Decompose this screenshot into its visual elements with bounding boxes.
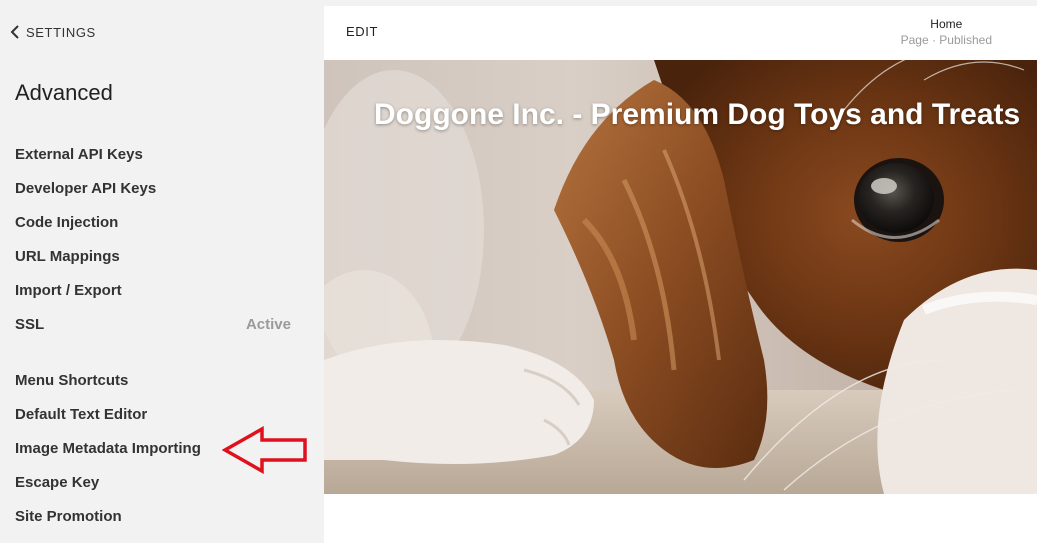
menu-item-label: External API Keys — [15, 145, 143, 163]
back-link-label: SETTINGS — [26, 24, 96, 40]
menu-item-label: Default Text Editor — [15, 405, 148, 423]
menu-item-menu-shortcuts[interactable]: Menu Shortcuts — [15, 368, 291, 392]
menu-item-label: URL Mappings — [15, 247, 120, 265]
menu-item-label: Developer API Keys — [15, 179, 157, 197]
menu-item-label: Image Metadata Importing — [15, 439, 201, 457]
menu-item-label: Site Promotion — [15, 507, 122, 525]
menu-item-url-mappings[interactable]: URL Mappings — [15, 244, 291, 268]
page-title: Advanced — [15, 80, 113, 105]
menu-item-label: Escape Key — [15, 473, 100, 491]
menu-item-external-api-keys[interactable]: External API Keys — [15, 142, 291, 166]
menu-item-label: Menu Shortcuts — [15, 371, 129, 389]
menu-item-import-export[interactable]: Import / Export — [15, 278, 291, 302]
menu-item-developer-api-keys[interactable]: Developer API Keys — [15, 176, 291, 200]
chevron-left-icon — [10, 25, 19, 39]
edit-button[interactable]: EDIT — [346, 24, 378, 39]
menu-item-ssl[interactable]: SSL Active — [15, 312, 291, 336]
red-arrow-left-icon — [222, 426, 307, 474]
page-name: Home — [930, 17, 963, 31]
menu-item-label: Code Injection — [15, 213, 119, 231]
preview-header: EDIT Home Page · Published — [324, 6, 1037, 60]
page-info: Home Page · Published — [901, 16, 992, 48]
menu-item-default-text-editor[interactable]: Default Text Editor — [15, 402, 291, 426]
back-to-settings-link[interactable]: SETTINGS — [10, 23, 96, 41]
menu-item-label: Import / Export — [15, 281, 122, 299]
hero-title: Doggone Inc. - Premium Dog Toys and Trea… — [374, 98, 1021, 131]
ssl-status-badge: Active — [245, 315, 291, 333]
menu-item-code-injection[interactable]: Code Injection — [15, 210, 291, 234]
menu-item-label: SSL — [15, 315, 45, 333]
settings-sidebar: SETTINGS Advanced External API Keys Deve… — [0, 0, 314, 543]
hero-banner[interactable]: Doggone Inc. - Premium Dog Toys and Trea… — [324, 60, 1037, 494]
site-preview: EDIT Home Page · Published Doggone Inc. … — [324, 6, 1037, 543]
menu-item-site-promotion[interactable]: Site Promotion — [15, 504, 291, 528]
page-status: Page · Published — [900, 33, 992, 47]
